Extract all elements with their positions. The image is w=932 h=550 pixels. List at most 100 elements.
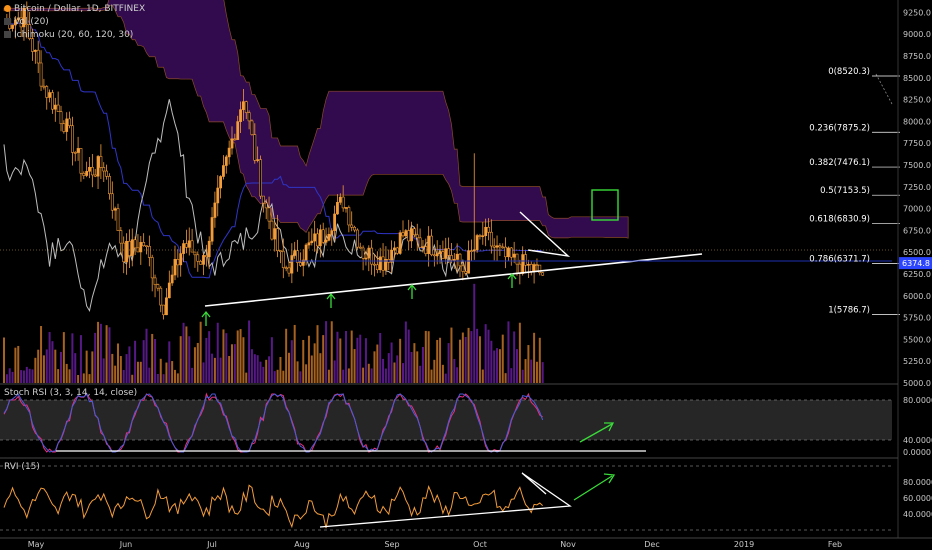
candle-body — [71, 125, 74, 153]
candle-body — [261, 195, 265, 204]
volume-bar — [416, 351, 419, 383]
candle-body — [336, 202, 339, 215]
volume-bar — [211, 353, 214, 383]
candle-body — [48, 92, 52, 98]
candle-body — [441, 251, 445, 259]
price-tick-label: 7000.0 — [903, 205, 931, 214]
candle-body — [230, 138, 234, 149]
volume-bar — [501, 334, 504, 383]
volume-bar — [490, 340, 493, 383]
volume-bar — [325, 321, 328, 383]
volume-bar — [145, 328, 148, 383]
volume-bar — [91, 351, 94, 383]
volume-bar — [441, 364, 444, 383]
volume-bar — [350, 330, 353, 383]
candle-body — [73, 152, 77, 154]
candle-body — [79, 148, 83, 174]
fib-label: 0.236(7875.2) — [809, 123, 870, 133]
candle-body — [247, 112, 251, 122]
volume-bar — [40, 326, 43, 383]
candle-body — [173, 259, 177, 276]
chart-canvas[interactable]: 0(8520.3) 0.236(7875.2) 0.382(7476.1) 0.5(7… — [0, 0, 932, 550]
volume-bar — [384, 368, 387, 383]
volume-bar — [376, 344, 379, 383]
candle-body — [461, 265, 465, 272]
volume-bar — [51, 341, 54, 383]
volume-bar — [316, 325, 319, 383]
stoch-rsi-title[interactable]: Stoch RSI (3, 3, 14, 14, close) — [4, 388, 137, 398]
volume-bar — [450, 327, 453, 383]
candle-body — [202, 255, 205, 265]
volume-bar — [165, 362, 168, 383]
candle-body — [276, 228, 280, 251]
candle-body — [358, 246, 362, 249]
rvi-tick-label: 80.0000 — [903, 478, 932, 487]
rvi-title[interactable]: RVI (15) — [4, 462, 40, 472]
stoch-tick-label: 80.0000 — [903, 396, 932, 405]
volume-bar — [45, 349, 48, 383]
volume-bar — [439, 337, 442, 383]
volume-bar — [185, 326, 188, 383]
volume-bar — [28, 368, 31, 383]
volume-bar — [60, 351, 62, 383]
volume-bar — [347, 368, 350, 383]
volume-bar — [433, 359, 436, 383]
volume-bar — [156, 374, 159, 383]
volume-bar — [268, 356, 271, 383]
volume-bar — [219, 357, 222, 383]
volume-bar — [336, 331, 339, 383]
candle-body — [176, 259, 180, 266]
volume-bar — [136, 361, 139, 383]
candle-body — [421, 246, 425, 248]
candle-body — [330, 230, 334, 235]
candle-body — [464, 271, 468, 274]
volume-bar — [179, 336, 182, 383]
volume-bar — [71, 333, 74, 383]
candle-body — [88, 167, 91, 172]
ichimoku-label: Ichimoku (20, 60, 120, 30) — [14, 30, 134, 40]
candle-body — [36, 49, 40, 64]
candle-body — [487, 226, 490, 233]
volume-bar — [42, 355, 45, 383]
candle-body — [116, 208, 120, 231]
fib-label: 0.5(7153.5) — [820, 186, 870, 196]
symbol-header[interactable]: Bitcoin / Dollar, 1D, BITFINEX — [4, 4, 145, 14]
candle-body — [122, 242, 126, 263]
volume-bar — [493, 350, 496, 383]
volume-bar — [68, 369, 71, 383]
candle-body — [239, 109, 242, 122]
candle-body — [256, 159, 260, 161]
volume-bar — [245, 372, 248, 383]
candle-body — [316, 233, 319, 247]
price-tick-label: 5750.0 — [903, 314, 931, 323]
candle-body — [438, 251, 442, 254]
candle-body — [415, 234, 419, 239]
volume-bar — [402, 363, 404, 383]
candle-body — [410, 228, 413, 242]
volume-bar — [364, 338, 367, 383]
volume-bar — [262, 366, 265, 383]
volume-bar — [239, 329, 242, 383]
volume-bar — [125, 354, 128, 383]
candle-body — [367, 247, 371, 259]
volume-bar — [182, 322, 185, 383]
ichimoku-indicator-label[interactable]: Ichimoku (20, 60, 120, 30) — [4, 30, 133, 40]
volume-bar — [236, 330, 239, 383]
volume-bar — [487, 329, 490, 383]
price-tick-label: 5500.0 — [903, 335, 931, 344]
volume-bar — [191, 367, 194, 383]
volume-indicator-label[interactable]: Vol (20) — [4, 17, 49, 27]
candle-body — [447, 248, 451, 256]
volume-bar — [373, 351, 376, 383]
volume-bar — [504, 373, 507, 383]
volume-bar — [507, 321, 510, 383]
candle-body — [33, 49, 37, 52]
candle-body — [222, 165, 225, 177]
candle-body — [53, 104, 57, 110]
volume-bar — [225, 333, 228, 383]
volume-bar — [296, 361, 299, 383]
volume-bar — [419, 365, 422, 383]
candle-body — [504, 246, 508, 258]
candle-body — [108, 176, 111, 195]
stoch-tick-label: 0.0000 — [903, 448, 931, 457]
